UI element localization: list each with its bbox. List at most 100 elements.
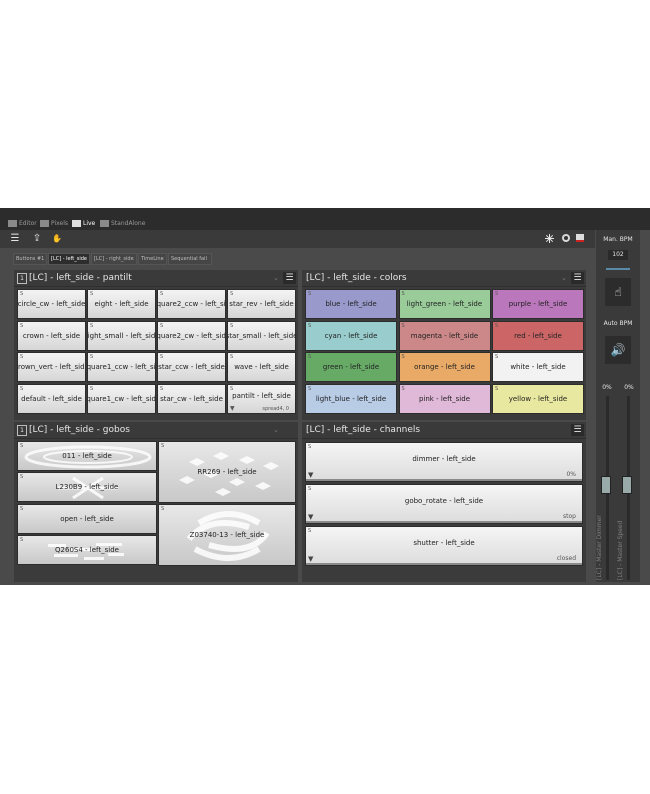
- color-label: green - left_side: [322, 363, 380, 371]
- channel-slider[interactable]: S gobo_rotate - left_side stop ▼: [305, 484, 583, 524]
- color-button[interactable]: Sgreen - left_side: [305, 352, 397, 382]
- pantilt-panel: 1 [LC] - left_side - pantilt ⌄ ☰ Scircle…: [14, 270, 298, 420]
- channel-value: closed: [556, 555, 576, 562]
- record-icon[interactable]: [561, 233, 571, 243]
- pantilt-label: star_small - left_side: [227, 331, 296, 340]
- gobo-button[interactable]: S 011 - left_side: [17, 441, 157, 471]
- pantilt-button[interactable]: Sstar_rev - left_side: [227, 289, 296, 319]
- tab-pixels[interactable]: Pixels: [40, 216, 68, 230]
- pantilt-button[interactable]: Ssquare1_ccw - left_sid: [87, 352, 156, 382]
- gobos-panel: 1 [LC] - left_side - gobos ⌄ S 011 - lef…: [14, 422, 298, 582]
- pantilt-title: [LC] - left_side - pantilt: [29, 273, 132, 283]
- pantilt-label: star_ccw - left_side: [158, 363, 225, 371]
- color-button[interactable]: Slight_blue - left_side: [305, 383, 397, 414]
- channels-menu-icon[interactable]: ☰: [571, 424, 584, 436]
- shortcut-mark: S: [308, 385, 312, 392]
- record-red-icon[interactable]: [575, 233, 585, 243]
- pantilt-button[interactable]: spread4, 0 ▼ Spantilt - left_side: [227, 383, 296, 414]
- shortcut-mark: S: [495, 385, 499, 392]
- master-speed-thumb[interactable]: [622, 476, 632, 494]
- gobo-button[interactable]: S Z03740-13 - left_side: [158, 504, 296, 566]
- color-button[interactable]: Syellow - left_side: [492, 383, 584, 414]
- subtab-buttons[interactable]: Buttons #1: [13, 253, 47, 265]
- color-button[interactable]: Sorange - left_side: [398, 352, 491, 382]
- gobo-button[interactable]: S L230B9 - left_side: [17, 472, 157, 502]
- pantilt-button[interactable]: Sstar_ccw - left_side: [157, 352, 226, 382]
- color-button[interactable]: Scyan - left_side: [305, 320, 397, 351]
- shortcut-mark: S: [20, 385, 24, 392]
- channel-value: 0%: [566, 471, 576, 478]
- triangle-down-icon: ▼: [308, 513, 314, 521]
- tab-live[interactable]: Live: [72, 216, 95, 230]
- color-button[interactable]: Spurple - left_side: [492, 289, 584, 319]
- shortcut-mark: S: [230, 354, 234, 360]
- color-button[interactable]: Smagenta - left_side: [398, 320, 491, 351]
- channel-value: stop: [563, 513, 576, 520]
- gobo-button[interactable]: S open - left_side: [17, 504, 157, 534]
- pantilt-button[interactable]: Seight - left_side: [87, 289, 156, 319]
- standalone-icon: [100, 219, 109, 227]
- pantilt-button[interactable]: Scrown_vert - left_side: [17, 352, 86, 382]
- pantilt-label: star_rev - left_side: [229, 300, 294, 308]
- pantilt-button[interactable]: Ssquare1_cw - left_side: [87, 383, 156, 414]
- channel-slider[interactable]: S dimmer - left_side 0% ▼: [305, 442, 583, 482]
- subtab-timeline[interactable]: TimeLine: [138, 253, 167, 265]
- tab-editor-label: Editor: [19, 219, 37, 227]
- shortcut-mark: S: [401, 322, 405, 329]
- channel-label: shutter - left_side: [413, 539, 475, 547]
- pantilt-menu-icon[interactable]: ☰: [283, 272, 296, 284]
- shortcut-mark: S: [20, 322, 24, 329]
- pantilt-num: 1: [17, 273, 27, 284]
- color-label: cyan - left_side: [324, 331, 378, 340]
- tap-hand-icon[interactable]: ☝: [605, 278, 631, 306]
- pantilt-button[interactable]: Sdefault - left_side: [17, 383, 86, 414]
- tab-standalone[interactable]: StandAlone: [100, 216, 145, 230]
- pantilt-button[interactable]: Swave - left_side: [227, 352, 296, 382]
- shortcut-mark: S: [20, 291, 24, 297]
- subtab-sequential[interactable]: Sequential fail: [168, 253, 212, 265]
- colors-title: [LC] - left_side - colors: [306, 273, 407, 283]
- shortcut-mark: S: [90, 291, 94, 297]
- shortcut-mark: S: [90, 354, 94, 360]
- color-button[interactable]: Slight_green - left_side: [398, 289, 491, 319]
- chevron-down-icon[interactable]: ⌄: [273, 424, 279, 436]
- export-icon[interactable]: ⇪: [32, 234, 42, 244]
- shortcut-mark: S: [308, 322, 312, 329]
- pantilt-label: wave - left_side: [234, 363, 289, 371]
- pantilt-button[interactable]: Sstar_small - left_side: [227, 320, 296, 351]
- hand-icon[interactable]: ✋: [52, 234, 62, 244]
- color-label: magenta - left_side: [410, 331, 479, 340]
- color-label: white - left_side: [510, 363, 566, 371]
- chevron-down-icon[interactable]: ⌄: [561, 272, 567, 284]
- subtab-lc-right-side[interactable]: [LC] - right_side: [91, 253, 137, 265]
- pantilt-button[interactable]: Ssquare2_ccw - left_sid: [157, 289, 226, 319]
- speaker-icon[interactable]: 🔊: [605, 336, 631, 364]
- pantilt-label: square2_ccw - left_sid: [157, 300, 226, 308]
- tab-standalone-label: StandAlone: [111, 219, 146, 227]
- color-button[interactable]: Spink - left_side: [398, 383, 491, 414]
- color-label: blue - left_side: [325, 300, 377, 308]
- color-button[interactable]: Sblue - left_side: [305, 289, 397, 319]
- man-bpm-value[interactable]: 102: [608, 250, 628, 260]
- chevron-down-icon[interactable]: ⌄: [273, 272, 279, 284]
- gobo-button[interactable]: S RR269 - left_side: [158, 441, 296, 503]
- menu-icon[interactable]: ☰: [10, 234, 20, 244]
- gobos-title: [LC] - left_side - gobos: [29, 425, 130, 435]
- channel-label: gobo_rotate - left_side: [404, 497, 484, 505]
- channel-slider[interactable]: S shutter - left_side closed ▼: [305, 526, 583, 566]
- pantilt-button[interactable]: Sstar_cw - left_side: [157, 383, 226, 414]
- pantilt-button[interactable]: Scircle_cw - left_side: [17, 289, 86, 319]
- color-button[interactable]: Sred - left_side: [492, 320, 584, 351]
- pantilt-button[interactable]: Ssquare2_cw - left_side: [157, 320, 226, 351]
- gobo-button[interactable]: S Q260S4 - left_side: [17, 535, 157, 565]
- snowflake-icon[interactable]: [545, 234, 554, 243]
- tab-editor[interactable]: Editor: [8, 216, 37, 230]
- master-dimmer-thumb[interactable]: [601, 476, 611, 494]
- color-button[interactable]: Swhite - left_side: [492, 352, 584, 382]
- shortcut-mark: S: [160, 385, 164, 392]
- subtab-lc-left-side[interactable]: [LC] - left_side: [48, 253, 90, 265]
- pantilt-button[interactable]: Scrown - left_side: [17, 320, 86, 351]
- pantilt-button[interactable]: Seight_small - left_side: [87, 320, 156, 351]
- colors-menu-icon[interactable]: ☰: [571, 272, 584, 284]
- pixels-grid-icon: [40, 219, 49, 227]
